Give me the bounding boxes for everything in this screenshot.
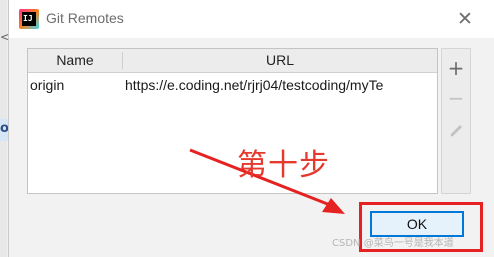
csdn-watermark: CSDN @菜鸟一号是我本道 bbox=[332, 238, 454, 249]
annotation-step-label: 第十步 bbox=[237, 148, 330, 183]
